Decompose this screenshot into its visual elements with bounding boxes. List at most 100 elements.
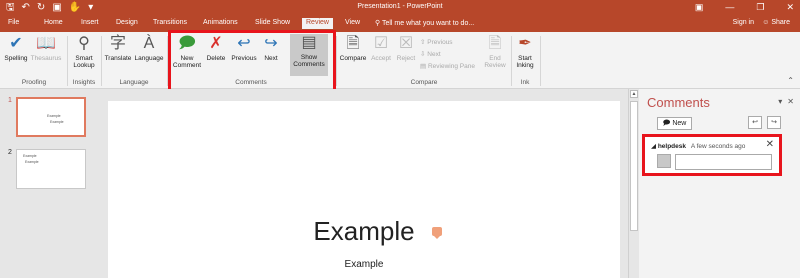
end-review-label-2: Review	[484, 62, 506, 69]
end-review-label-1: End	[489, 55, 501, 62]
slide-canvas[interactable]: Example Example	[108, 101, 620, 278]
end-review-icon: 🗎	[488, 35, 502, 52]
window-controls: ▣ — ❐ ✕	[695, 1, 794, 14]
avatar	[657, 154, 671, 168]
group-divider	[540, 36, 541, 86]
comment-card[interactable]: ◢ helpdesk A few seconds ago ✕	[642, 134, 782, 176]
language-icon: À	[143, 35, 155, 52]
next-comment-icon: ↪	[771, 119, 777, 126]
language-button[interactable]: À Language	[134, 35, 164, 62]
tab-design[interactable]: Design	[116, 19, 138, 26]
slide-subtitle[interactable]: Example	[108, 259, 620, 270]
reviewing-pane-label: Reviewing Pane	[427, 63, 475, 70]
smart-lookup-label-2: Lookup	[73, 62, 95, 69]
previous-comment-pane-button[interactable]: ↩	[748, 116, 762, 129]
close-pane-icon[interactable]: ✕	[787, 97, 794, 106]
group-label-ink: Ink	[520, 79, 530, 86]
compare-next-button[interactable]: ⇩ Next	[420, 50, 441, 58]
smart-lookup-button[interactable]: ⚲ Smart Lookup	[70, 35, 98, 69]
tab-home[interactable]: Home	[44, 19, 63, 26]
scroll-up-icon[interactable]: ▲	[630, 90, 638, 98]
sign-in-link[interactable]: Sign in	[733, 19, 754, 26]
compare-label: Compare	[339, 55, 367, 62]
minimize-icon[interactable]: —	[725, 1, 734, 14]
new-comment-pane-button[interactable]: 🗩 New	[657, 117, 692, 130]
collapse-ribbon-icon[interactable]: ⌃	[787, 76, 794, 85]
restore-icon[interactable]: ❐	[756, 1, 764, 14]
ribbon-display-icon[interactable]: ▣	[695, 1, 704, 14]
translate-icon: 字	[109, 35, 126, 52]
end-review-button[interactable]: 🗎 End Review	[482, 35, 508, 69]
slide-title[interactable]: Example	[108, 216, 620, 247]
start-inking-label-1: Start	[518, 55, 532, 62]
ribbon: ✔ Spelling 📖 Thesaurus Proofing ⚲ Smart …	[0, 30, 800, 92]
compare-icon: 🗎	[346, 35, 360, 52]
share-label: Share	[771, 19, 790, 26]
comments-group-highlight	[168, 30, 336, 92]
spelling-label: Spelling	[4, 55, 28, 62]
language-label: Language	[134, 55, 164, 62]
group-label-proofing: Proofing	[21, 79, 47, 86]
new-comment-icon: 🗩	[662, 120, 671, 127]
next-change-icon: ⇩	[420, 51, 426, 58]
tell-me-box[interactable]: ⚲ Tell me what you want to do...	[375, 19, 474, 27]
comment-author: helpdesk	[657, 143, 686, 150]
delete-comment-icon[interactable]: ✕	[766, 139, 774, 150]
translate-label: Translate	[104, 55, 132, 62]
compare-button[interactable]: 🗎 Compare	[338, 35, 368, 62]
thumbnail-subtitle: Example	[50, 120, 64, 124]
comment-time: A few seconds ago	[690, 143, 746, 150]
accept-button[interactable]: ☑ Accept	[369, 35, 393, 62]
magnifier-icon: ⚲	[78, 35, 90, 52]
next-comment-pane-button[interactable]: ↪	[767, 116, 781, 129]
comment-header: ◢ helpdesk A few seconds ago	[651, 142, 745, 150]
new-button-label: New	[672, 120, 687, 127]
tab-slide-show[interactable]: Slide Show	[255, 19, 290, 26]
tab-review[interactable]: Review	[302, 18, 333, 29]
slide-thumbnail-2[interactable]: Example Example	[16, 149, 86, 189]
thesaurus-label: Thesaurus	[30, 55, 62, 62]
thesaurus-button[interactable]: 📖 Thesaurus	[30, 35, 62, 62]
reject-button[interactable]: ☒ Reject	[395, 35, 417, 62]
tab-transitions[interactable]: Transitions	[153, 19, 187, 26]
tab-animations[interactable]: Animations	[203, 19, 238, 26]
group-divider	[101, 36, 102, 86]
reject-label: Reject	[396, 55, 416, 62]
reject-icon: ☒	[398, 35, 414, 52]
spelling-button[interactable]: ✔ Spelling	[4, 35, 28, 62]
vertical-scrollbar[interactable]: ▲	[628, 89, 638, 278]
group-label-language: Language	[119, 79, 149, 86]
slide-thumbnails-pane: 1 Example Example 2 Example Example	[0, 89, 94, 278]
tab-insert[interactable]: Insert	[81, 19, 99, 26]
pen-icon: ✒	[518, 35, 532, 52]
scroll-thumb[interactable]	[630, 101, 638, 231]
group-divider	[511, 36, 512, 86]
slide-thumbnail-1[interactable]: Example Example	[16, 97, 86, 137]
previous-change-icon: ⇧	[420, 39, 426, 46]
thumbnail-subtitle: Example	[25, 160, 39, 164]
lightbulb-icon: ⚲	[375, 20, 381, 27]
ribbon-tabs: File Home Insert Design Transitions Anim…	[0, 16, 800, 32]
spelling-icon: ✔	[9, 35, 23, 52]
comment-marker-icon[interactable]	[432, 227, 442, 239]
person-icon: ☺	[762, 19, 770, 26]
share-button[interactable]: ☺ Share	[762, 19, 790, 26]
translate-button[interactable]: 字 Translate	[103, 35, 133, 62]
tab-view[interactable]: View	[345, 19, 360, 26]
reviewing-pane-icon: ▤	[420, 63, 427, 70]
slide-number: 2	[8, 149, 12, 156]
reviewing-pane-button[interactable]: ▤ Reviewing Pane	[420, 62, 475, 70]
close-icon[interactable]: ✕	[786, 1, 794, 14]
collapse-triangle-icon[interactable]: ◢	[651, 143, 656, 150]
comments-pane: Comments ▾ ✕ 🗩 New ↩ ↪ ◢ helpdesk A few …	[639, 89, 800, 278]
compare-previous-button[interactable]: ⇧ Previous	[420, 38, 453, 46]
start-inking-button[interactable]: ✒ Start Inking	[513, 35, 537, 69]
tab-file[interactable]: File	[8, 19, 19, 26]
title-bar: 🖫 ↶ ↻ ▣ ✋ ▾ Presentation1 - PowerPoint ▣…	[0, 0, 800, 16]
compare-next-label: Next	[427, 51, 441, 58]
accept-label: Accept	[371, 55, 391, 62]
pane-controls: ▾ ✕	[778, 97, 794, 106]
pane-options-icon[interactable]: ▾	[778, 97, 782, 106]
comment-text-input[interactable]	[675, 154, 772, 170]
book-icon: 📖	[36, 35, 56, 52]
